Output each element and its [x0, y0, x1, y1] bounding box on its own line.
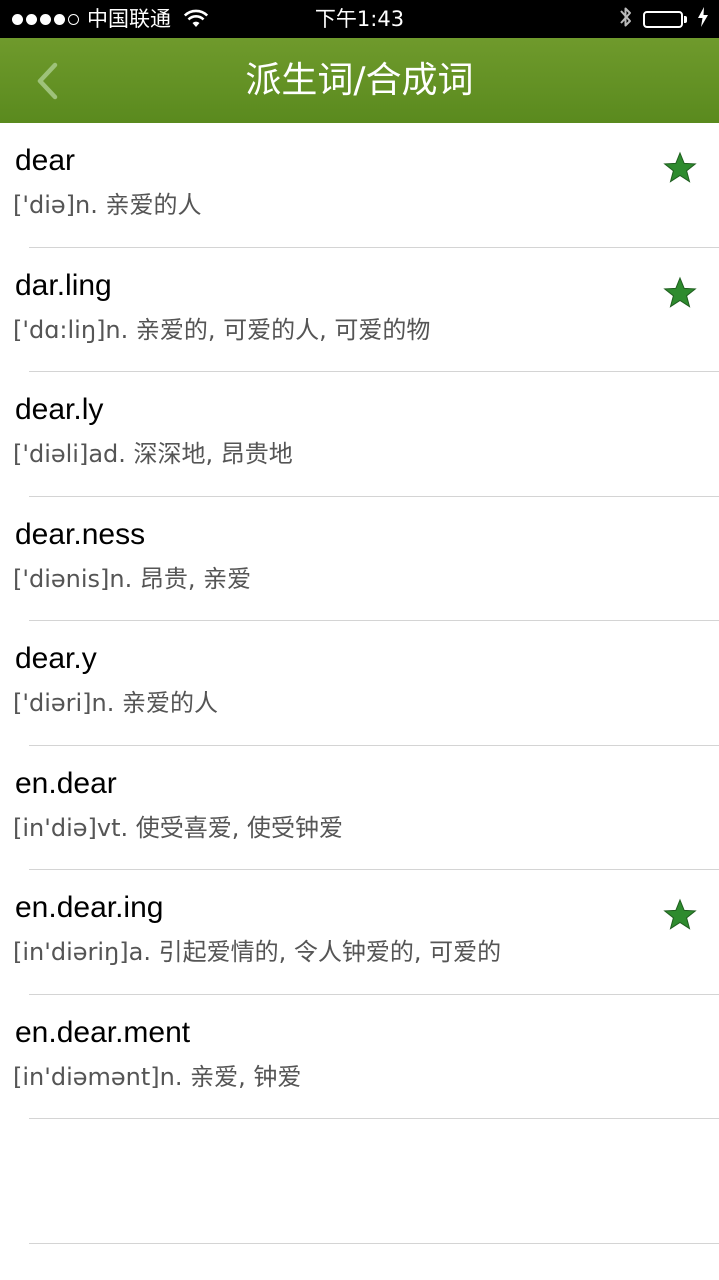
charging-icon — [697, 6, 709, 33]
status-time: 下午1:43 — [314, 7, 405, 31]
word-list-item[interactable]: en.dear.ing [in'diəriŋ]a. 引起爱情的, 令人钟爱的, 可… — [0, 870, 719, 995]
word-definition: [in'diəriŋ]a. 引起爱情的, 令人钟爱的, 可爱的 — [13, 938, 502, 966]
status-bar: 中国联通 下午1:43 — [0, 0, 719, 38]
star-icon[interactable] — [663, 276, 697, 310]
word-title: dear — [15, 144, 76, 177]
nav-bar: 派生词/合成词 — [0, 38, 719, 123]
status-right — [619, 0, 709, 38]
word-list-item[interactable]: dar.ling ['dɑ:liŋ]n. 亲爱的, 可爱的人, 可爱的物 — [0, 248, 719, 372]
word-definition: ['dɑ:liŋ]n. 亲爱的, 可爱的人, 可爱的物 — [13, 315, 431, 344]
bluetooth-icon — [619, 5, 633, 34]
word-title: en.dear.ing — [15, 891, 164, 924]
word-title: dear.y — [15, 642, 97, 675]
word-definition: ['diəri]n. 亲爱的人 — [13, 689, 218, 717]
word-list-item[interactable]: en.dear.ment [in'diəmənt]n. 亲爱, 钟爱 — [0, 995, 719, 1119]
word-title: en.dear.ment — [15, 1015, 191, 1049]
word-definition: [in'diə]vt. 使受喜爱, 使受钟爱 — [13, 813, 343, 842]
word-list-item[interactable]: dear.y ['diəri]n. 亲爱的人 — [0, 621, 719, 746]
word-title: dear.ness — [15, 517, 146, 551]
empty-list-item — [0, 1119, 719, 1244]
word-title: dear.ly — [15, 393, 104, 426]
word-definition: [in'diəmənt]n. 亲爱, 钟爱 — [13, 1062, 302, 1091]
star-icon[interactable] — [663, 151, 697, 185]
word-list-item[interactable]: dear.ness ['diənis]n. 昂贵, 亲爱 — [0, 497, 719, 621]
page-title: 派生词/合成词 — [245, 60, 474, 101]
star-icon[interactable] — [663, 898, 697, 932]
word-list-item[interactable]: dear.ly ['diəli]ad. 深深地, 昂贵地 — [0, 372, 719, 497]
row-divider — [29, 1242, 719, 1244]
word-title: en.dear — [15, 766, 117, 800]
word-list-item[interactable]: dear ['diə]n. 亲爱的人 — [0, 123, 719, 248]
word-list-item[interactable]: en.dear [in'diə]vt. 使受喜爱, 使受钟爱 — [0, 746, 719, 870]
word-definition: ['diənis]n. 昂贵, 亲爱 — [13, 564, 252, 593]
battery-icon — [643, 10, 687, 28]
word-title: dar.ling — [15, 268, 112, 302]
word-list: dear ['diə]n. 亲爱的人 dar.ling ['dɑ:liŋ]n. 亲爱的… — [0, 123, 719, 1244]
word-definition: ['diə]n. 亲爱的人 — [13, 191, 202, 219]
word-definition: ['diəli]ad. 深深地, 昂贵地 — [13, 440, 293, 468]
